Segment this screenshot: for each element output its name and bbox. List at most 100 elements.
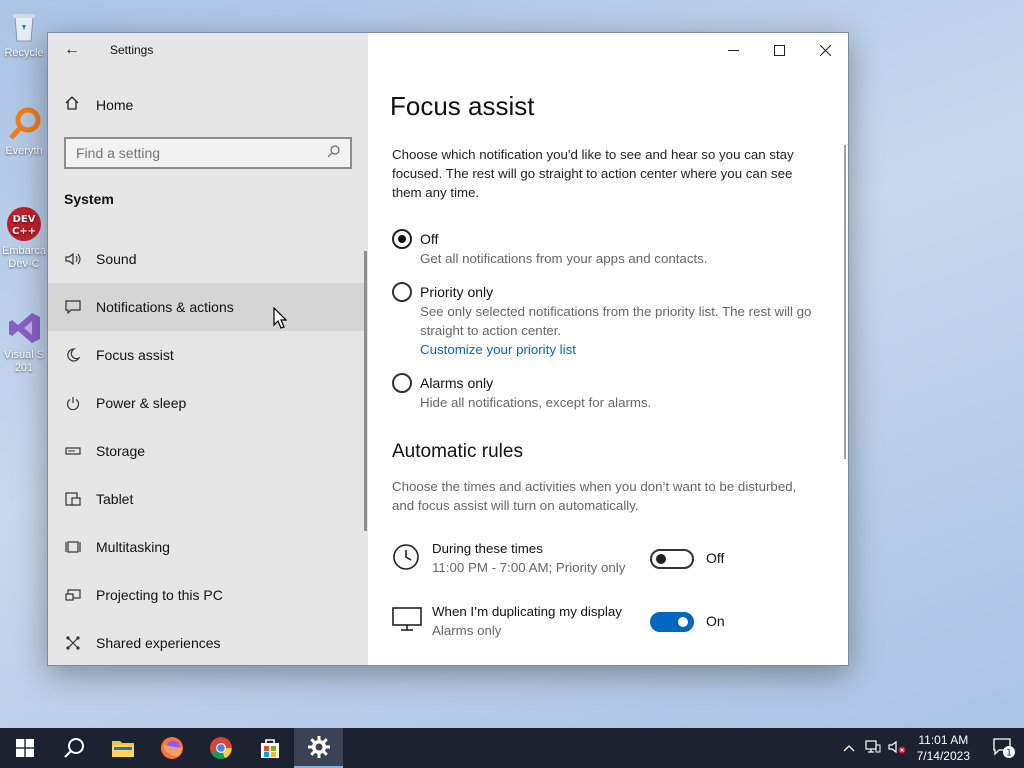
network-icon[interactable] [861, 739, 885, 757]
action-center-icon: 1 [993, 738, 1015, 759]
everything-icon [6, 106, 42, 142]
sidebar-item-label: Projecting to this PC [96, 587, 223, 603]
moon-icon [64, 348, 82, 362]
start-button[interactable] [0, 728, 49, 768]
search-box[interactable] [64, 137, 352, 169]
rule-during-these-times[interactable]: During these times 11:00 PM - 7:00 AM; P… [392, 539, 832, 579]
desktop-icon-everything[interactable]: Everyth [0, 106, 48, 158]
tablet-icon [64, 492, 82, 506]
window-controls [710, 33, 848, 67]
rule-title: During these times [432, 541, 543, 556]
page-description: Choose which notification you'd like to … [392, 147, 794, 200]
radio-button-off[interactable] [392, 229, 412, 249]
radio-sublabel: Hide all notifications, except for alarm… [420, 395, 652, 410]
visual-studio-icon [6, 310, 42, 346]
sidebar-item-sound[interactable]: Sound [48, 235, 366, 283]
chevron-up-icon[interactable] [837, 741, 861, 755]
action-center-button[interactable]: 1 [984, 728, 1024, 768]
maximize-button[interactable] [756, 33, 802, 67]
sidebar-item-tablet[interactable]: Tablet [48, 475, 366, 523]
folder-icon [111, 741, 134, 757]
radio-button-alarms-only[interactable] [392, 373, 412, 393]
home-link[interactable]: Home [64, 95, 133, 115]
sidebar-item-projecting[interactable]: Projecting to this PC [48, 571, 366, 619]
recycle-bin-icon [6, 8, 42, 44]
sidebar-item-power-sleep[interactable]: Power & sleep [48, 379, 366, 427]
sidebar: ← Settings Home System Sound Notifi [48, 33, 368, 665]
settings-taskbar-button[interactable] [294, 728, 343, 768]
search-icon[interactable] [327, 145, 340, 161]
back-button[interactable]: ← [48, 33, 96, 67]
radio-label: Priority only [420, 284, 494, 300]
sidebar-item-label: Storage [96, 443, 146, 459]
rule-toggle-duplicating-display[interactable] [650, 612, 694, 632]
minimize-button[interactable] [710, 33, 756, 67]
taskbar-search-button[interactable] [49, 728, 98, 768]
sidebar-item-notifications[interactable]: Notifications & actions [48, 283, 366, 331]
monitor-icon [392, 606, 422, 634]
radio-option-off[interactable]: Off Get all notifications from your apps… [392, 229, 822, 268]
desktop-icon-visual-studio[interactable]: Visual S 201 [0, 310, 48, 375]
multitasking-icon [64, 540, 82, 554]
sidebar-nav: Sound Notifications & actions Focus assi… [48, 235, 366, 665]
automatic-rules-description: Choose the times and activities when you… [392, 479, 797, 513]
windows-logo-icon [15, 739, 34, 757]
firefox-icon [160, 737, 183, 759]
clock[interactable]: 11:01 AM 7/14/2023 [917, 732, 970, 764]
sidebar-item-label: Focus assist [96, 347, 174, 363]
radio-option-alarms-only[interactable]: Alarms only Hide all notifications, exce… [392, 373, 822, 412]
storage-icon [64, 447, 82, 455]
sidebar-item-label: Shared experiences [96, 635, 221, 651]
radio-label: Alarms only [420, 375, 494, 391]
sidebar-item-shared-experiences[interactable]: Shared experiences [48, 619, 366, 665]
home-icon [64, 95, 80, 115]
sidebar-scrollbar[interactable] [364, 251, 367, 531]
gear-icon [307, 736, 330, 758]
back-arrow-icon: ← [64, 41, 80, 58]
radio-sublabel: See only selected notifications from the… [420, 304, 812, 338]
svg-text:DEV: DEV [13, 214, 36, 225]
radio-label: Off [420, 231, 439, 247]
radio-option-priority-only[interactable]: Priority only See only selected notifica… [392, 282, 822, 359]
desktop-icon-recycle-bin[interactable]: Recycle [0, 8, 48, 60]
system-tray: 11:01 AM 7/14/2023 1 [837, 728, 1024, 768]
toggle-state-label: On [706, 613, 725, 629]
customize-priority-list-link[interactable]: Customize your priority list [420, 340, 822, 359]
microsoft-store-button[interactable] [245, 728, 294, 768]
radio-button-priority-only[interactable] [392, 282, 412, 302]
sidebar-item-label: Tablet [96, 491, 134, 507]
clock-date: 7/14/2023 [916, 749, 970, 763]
sidebar-item-focus-assist[interactable]: Focus assist [48, 331, 366, 379]
sidebar-item-multitasking[interactable]: Multitasking [48, 523, 366, 571]
svg-text:C++: C++ [12, 226, 36, 237]
store-icon [260, 739, 279, 758]
speaker-icon [64, 252, 82, 266]
chrome-button[interactable] [196, 728, 245, 768]
file-explorer-button[interactable] [98, 728, 147, 768]
sidebar-item-label: Power & sleep [96, 395, 187, 411]
share-icon [64, 636, 82, 650]
focus-mode-radio-group: Off Get all notifications from your apps… [392, 229, 822, 426]
desktop-icon-dev-cpp[interactable]: DEV C++ Embarca Dev-C [0, 206, 48, 271]
rule-duplicating-display[interactable]: When I’m duplicating my display Alarms o… [392, 602, 832, 642]
close-icon [819, 44, 831, 56]
radio-sublabel: Get all notifications from your apps and… [420, 251, 708, 266]
content-scrollbar[interactable] [844, 145, 846, 459]
section-header: System [64, 191, 114, 207]
page-title: Focus assist [390, 91, 535, 121]
search-input[interactable] [76, 145, 327, 161]
firefox-button[interactable] [147, 728, 196, 768]
titlebar[interactable]: ← Settings [48, 33, 368, 67]
volume-muted-icon[interactable] [885, 740, 909, 757]
sidebar-item-storage[interactable]: Storage [48, 427, 366, 475]
desktop-icon-label: Embarca Dev-C [1, 245, 47, 270]
rule-title: When I’m duplicating my display [432, 604, 622, 619]
home-label: Home [96, 97, 134, 113]
sidebar-item-label: Multitasking [96, 539, 170, 555]
content-pane: Focus assist Choose which notification y… [368, 33, 848, 665]
close-button[interactable] [802, 33, 848, 67]
minimize-icon [727, 49, 739, 51]
rule-toggle-during-these-times[interactable] [650, 549, 694, 569]
power-icon [64, 396, 82, 410]
notification-count: 1 [1006, 749, 1012, 759]
